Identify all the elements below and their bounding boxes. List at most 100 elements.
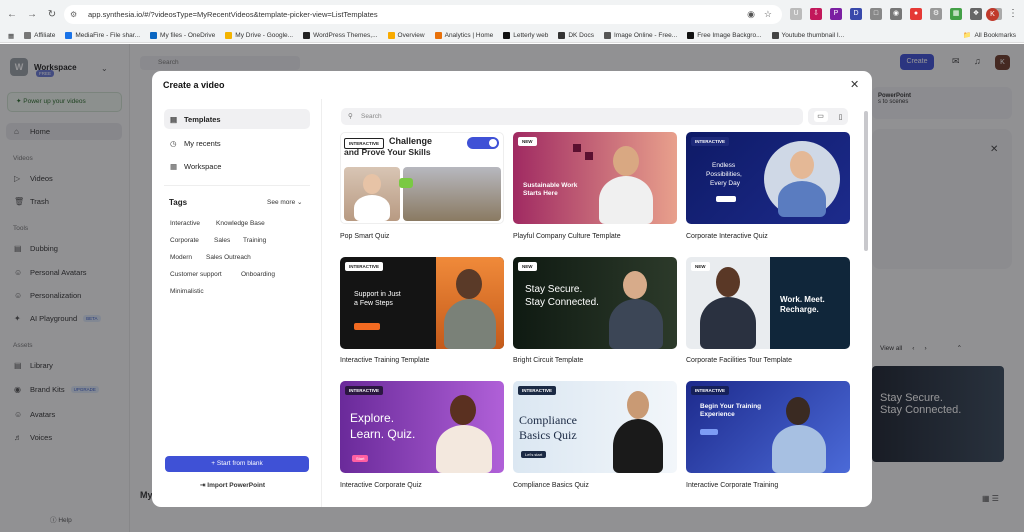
bookmark-favicon-icon [771,32,779,39]
see-more-button[interactable]: See more ⌄ [267,198,302,206]
bookmark-item[interactable]: Overview [387,32,425,39]
presenter-head [627,391,649,419]
extension-save-icon[interactable]: ⇩ [810,8,822,20]
reload-icon[interactable]: ↻ [44,7,60,23]
bookmark-item[interactable]: Youtube thumbnail I... [771,32,844,39]
template-card[interactable]: INTERACTIVE Challenge and Prove Your Ski… [340,132,504,224]
bookmark-item[interactable]: Letterly web [503,32,548,39]
tag-chip[interactable]: Knowledge Base [211,218,270,229]
template-card[interactable]: INTERACTIVE Begin Your Training Experien… [686,381,850,473]
nav-templates[interactable]: ▤ Templates [164,109,310,129]
presenter-body [700,297,756,349]
landscape-icon[interactable]: ▭ [813,111,828,122]
card-subheadline: Basics Quiz [519,428,577,442]
card-subheadline: Every Day [710,180,740,187]
bookmark-item[interactable]: My Drive - Google... [225,32,293,39]
bookmark-item[interactable]: Analytics | Home [434,32,493,39]
template-card[interactable]: NEW Work. Meet. Recharge. [686,257,850,349]
bookmark-item[interactable]: My files - OneDrive [150,32,215,39]
back-icon[interactable]: ← [4,7,20,23]
interactive-badge: INTERACTIVE [691,386,730,395]
template-card[interactable]: INTERACTIVE Compliance Basics Quiz Let's… [513,381,677,473]
start-from-blank-button[interactable]: + Start from blank [165,456,309,472]
profile-avatar[interactable]: K [986,8,999,21]
bookmark-favicon-icon [558,32,566,39]
tag-chip[interactable]: Sales Outreach [201,252,256,263]
portrait-icon[interactable]: ▯ [839,113,843,121]
bookmark-favicon-icon [387,32,395,39]
extension-u-icon[interactable]: U [790,8,802,20]
extension-gear-icon[interactable]: ⚙ [930,8,942,20]
template-search-input[interactable]: ⚲ Search [341,108,803,125]
template-name: Interactive Corporate Quiz [340,482,422,489]
clock-icon: ◷ [170,138,177,148]
address-bar[interactable]: ⚙ app.synthesia.io/#/?videosType=MyRecen… [64,5,782,24]
card-cta [700,429,718,435]
template-card[interactable]: INTERACTIVE Endless Possibilities, Every… [686,132,850,224]
presenter-head [623,271,647,299]
bookmark-favicon-icon [24,32,32,39]
extension-color-icon[interactable]: ● [910,8,922,20]
extension-d-icon[interactable]: D [850,8,862,20]
extension-palette-icon[interactable]: ▦ [950,8,962,20]
all-bookmarks[interactable]: 📁 All Bookmarks [963,31,1016,40]
tag-chip[interactable]: Training [238,235,271,246]
menu-dots-icon[interactable]: ⋮ [1008,8,1018,19]
card-subheadline: Experience [700,411,735,418]
presenter-body [609,299,663,349]
bookmark-item[interactable]: DK Docs [558,32,594,39]
template-card[interactable]: INTERACTIVE Explore. Learn. Quiz. Start [340,381,504,473]
nav-my-recents[interactable]: ◷ My recents [164,133,310,153]
tag-chip[interactable]: Onboarding [236,269,280,280]
decor-square [585,152,593,160]
extension-window-icon[interactable]: □ [870,8,882,20]
import-powerpoint-button[interactable]: ⇥ Import PowerPoint [200,481,265,489]
extension-p-icon[interactable]: P [830,8,842,20]
bookmark-item[interactable]: Image Online - Free... [603,32,677,39]
interactive-badge: INTERACTIVE [345,386,384,395]
extensions-puzzle-icon[interactable]: ❖ [970,8,982,20]
bookmarks-bar: ▦ Affiliate MediaFire - File shar... My fi… [0,29,1024,43]
site-info-icon[interactable]: ⚙ [70,10,80,20]
tag-chip[interactable]: Customer support [165,269,227,280]
template-card[interactable]: INTERACTIVE Support in Just a Few Steps [340,257,504,349]
card-headline: Challenge [389,136,433,146]
card-cta: Start [352,455,369,462]
orange-backdrop [436,257,504,349]
presenter-head [716,267,740,297]
template-card[interactable]: NEW Sustainable Work Starts Here [513,132,677,224]
card-cta [354,323,380,330]
toggle-switch [467,137,499,149]
close-icon[interactable]: ✕ [850,78,859,91]
template-card[interactable]: NEW Stay Secure. Stay Connected. [513,257,677,349]
tag-chip[interactable]: Corporate [165,235,204,246]
eye-slash-icon[interactable]: ◉ [747,9,755,20]
presenter-body [436,425,492,473]
extension-camera-icon[interactable]: ◉ [890,8,902,20]
decor-square [573,144,581,152]
template-name: Pop Smart Quiz [340,233,390,240]
card-headline: Support in Just [354,291,401,298]
bookmark-favicon-icon [434,32,442,39]
card-subheadline: Starts Here [523,190,558,197]
tag-chip[interactable]: Sales [209,235,235,246]
nav-workspace[interactable]: ▦ Workspace [164,156,310,176]
scrollbar[interactable] [864,111,868,251]
presenter-head [450,395,476,425]
modal-title: Create a video [163,80,225,90]
interactive-badge: INTERACTIVE [691,137,730,146]
card-subheadline: Recharge. [780,305,819,314]
bookmark-item[interactable]: Free Image Backgro... [687,32,762,39]
bookmark-item[interactable]: WordPress Themes,... [303,32,378,39]
card-cta: Let's start [521,451,547,458]
bookmark-item[interactable]: MediaFire - File shar... [65,32,140,39]
grid-icon: ▦ [170,161,178,171]
tag-chip[interactable]: Interactive [165,218,205,229]
modal-sidebar: ▤ Templates ◷ My recents ▦ Workspace Tags S… [152,99,322,507]
tag-chip[interactable]: Minimalistic [165,286,209,297]
forward-icon[interactable]: → [24,7,40,23]
star-icon[interactable]: ☆ [764,9,772,20]
tag-chip[interactable]: Modern [165,252,197,263]
bookmark-item[interactable]: Affiliate [24,32,55,39]
tags-heading: Tags [169,198,188,207]
